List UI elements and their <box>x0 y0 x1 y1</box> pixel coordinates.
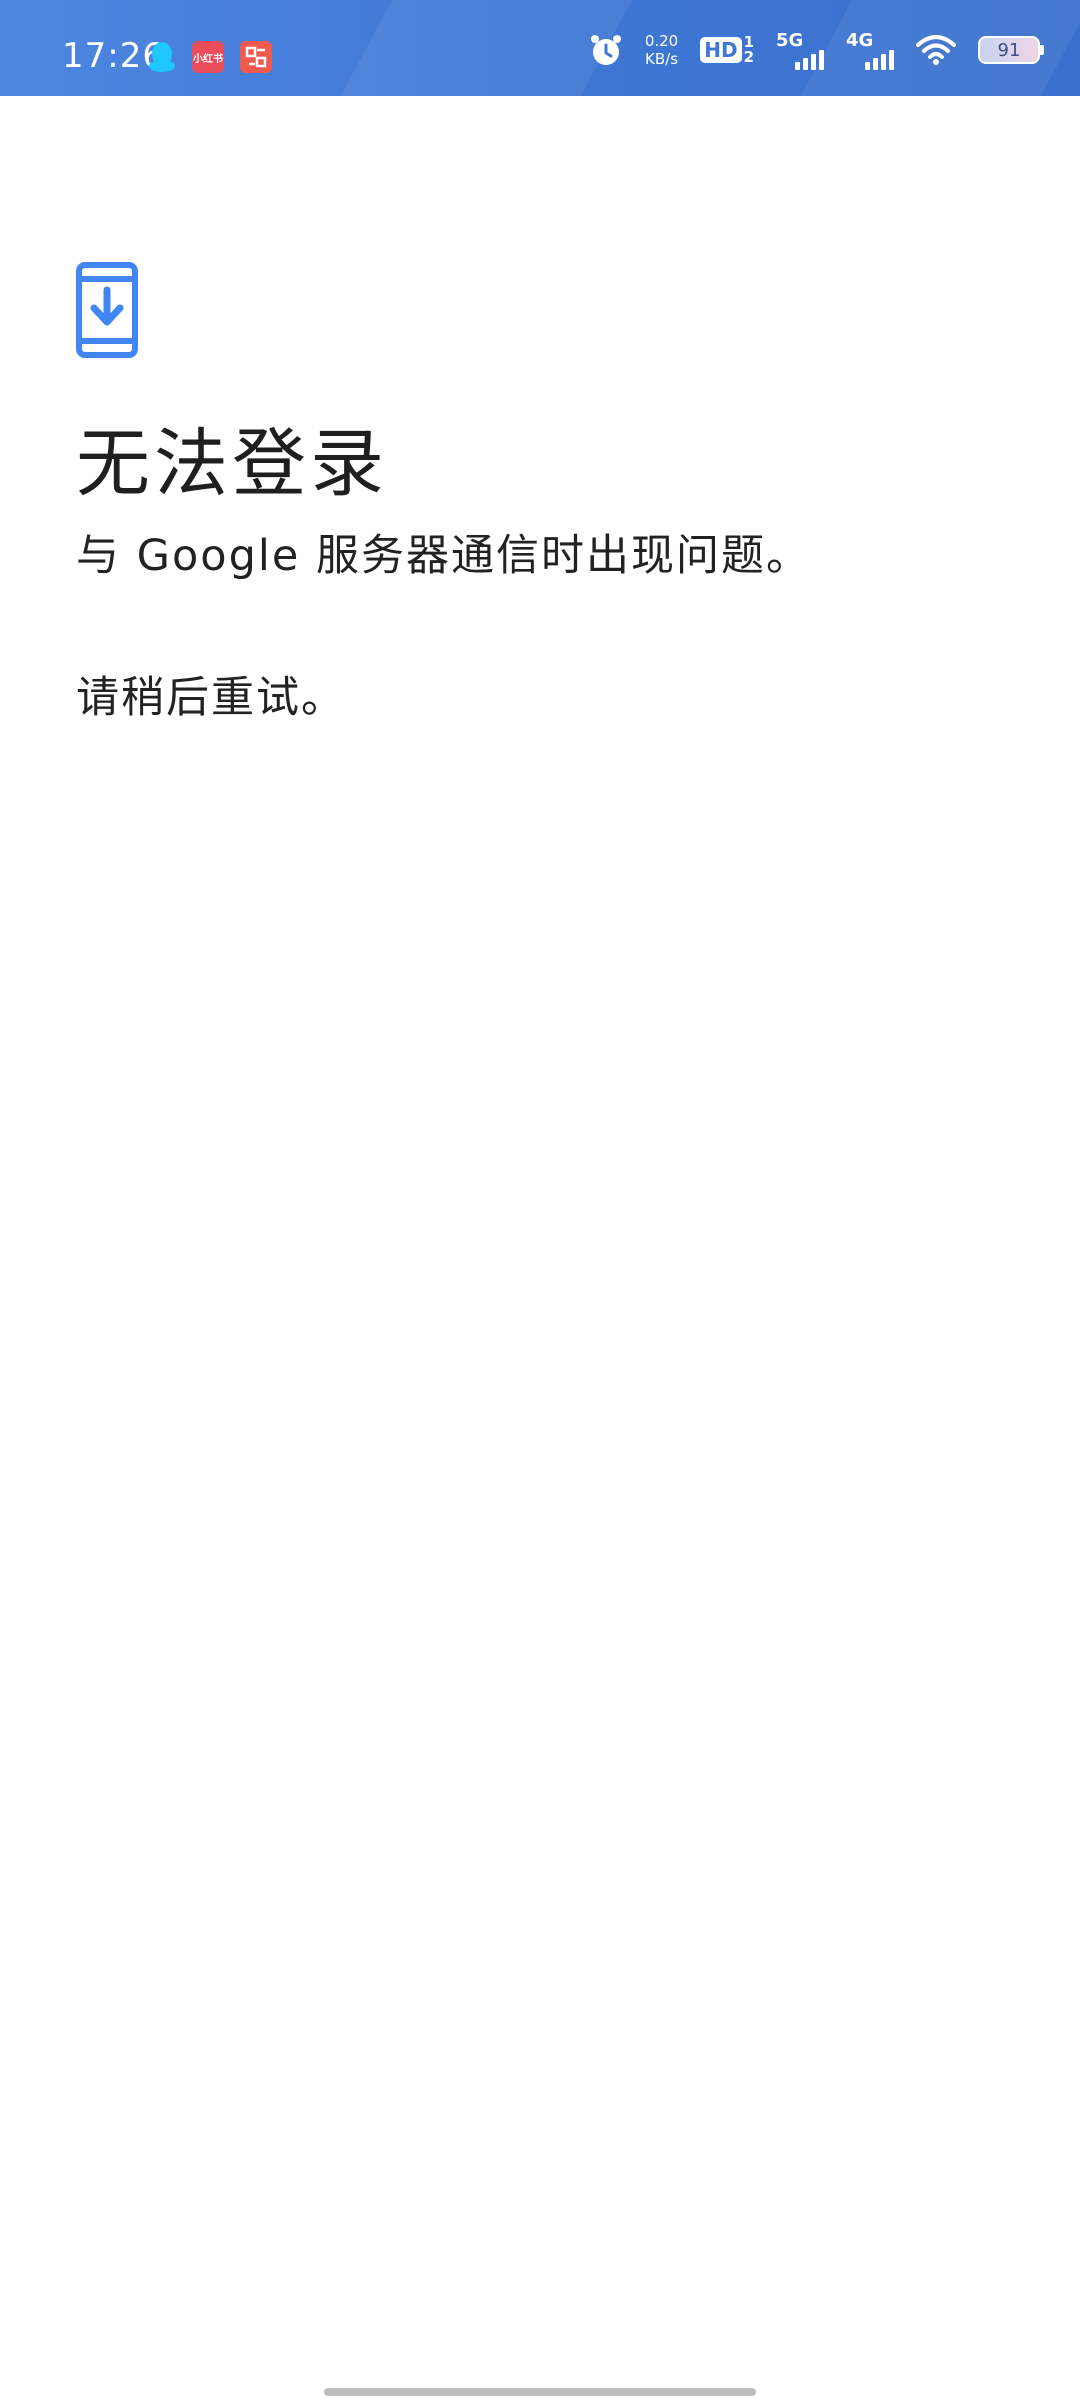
status-bar: 17:26 小红书 0.20 KB/s HD 1 2 5G 4G 91 <box>0 0 1080 96</box>
hd-label: HD <box>700 37 742 63</box>
battery-level: 91 <box>997 39 1021 61</box>
battery-icon: 91 <box>978 36 1044 64</box>
network-speed-value: 0.20 <box>644 32 679 50</box>
signal-5g-icon: 5G <box>776 30 824 70</box>
app-icon <box>240 41 272 73</box>
phone-download-icon <box>76 262 138 358</box>
hd-sim-2: 2 <box>743 48 754 66</box>
wifi-icon <box>916 35 956 65</box>
system-status-icons: 0.20 KB/s HD 1 2 5G 4G 91 <box>589 30 1044 70</box>
network-speed-unit: KB/s <box>645 50 679 68</box>
page-title: 无法登录 <box>76 421 388 507</box>
error-message: 与 Google 服务器通信时出现问题。 <box>76 531 811 581</box>
app-badge-label: 小红书 <box>193 53 223 65</box>
alarm-icon <box>590 35 621 65</box>
home-indicator[interactable] <box>324 2388 756 2396</box>
signal-4g-icon: 4G <box>846 30 894 70</box>
hd-voice-icon: HD 1 2 <box>700 35 754 65</box>
notification-icons: 小红书 <box>148 40 272 74</box>
signal-5g-label: 5G <box>776 30 804 51</box>
app-glyph-icon <box>240 41 272 73</box>
error-content: 无法登录 与 Google 服务器通信时出现问题。 请稍后重试。 <box>76 262 1020 725</box>
network-speed: 0.20 KB/s <box>645 32 678 68</box>
signal-4g-label: 4G <box>846 30 874 51</box>
retry-hint: 请稍后重试。 <box>76 673 346 723</box>
xiaohongshu-app-icon: 小红书 <box>192 41 224 73</box>
qq-icon <box>149 42 175 72</box>
